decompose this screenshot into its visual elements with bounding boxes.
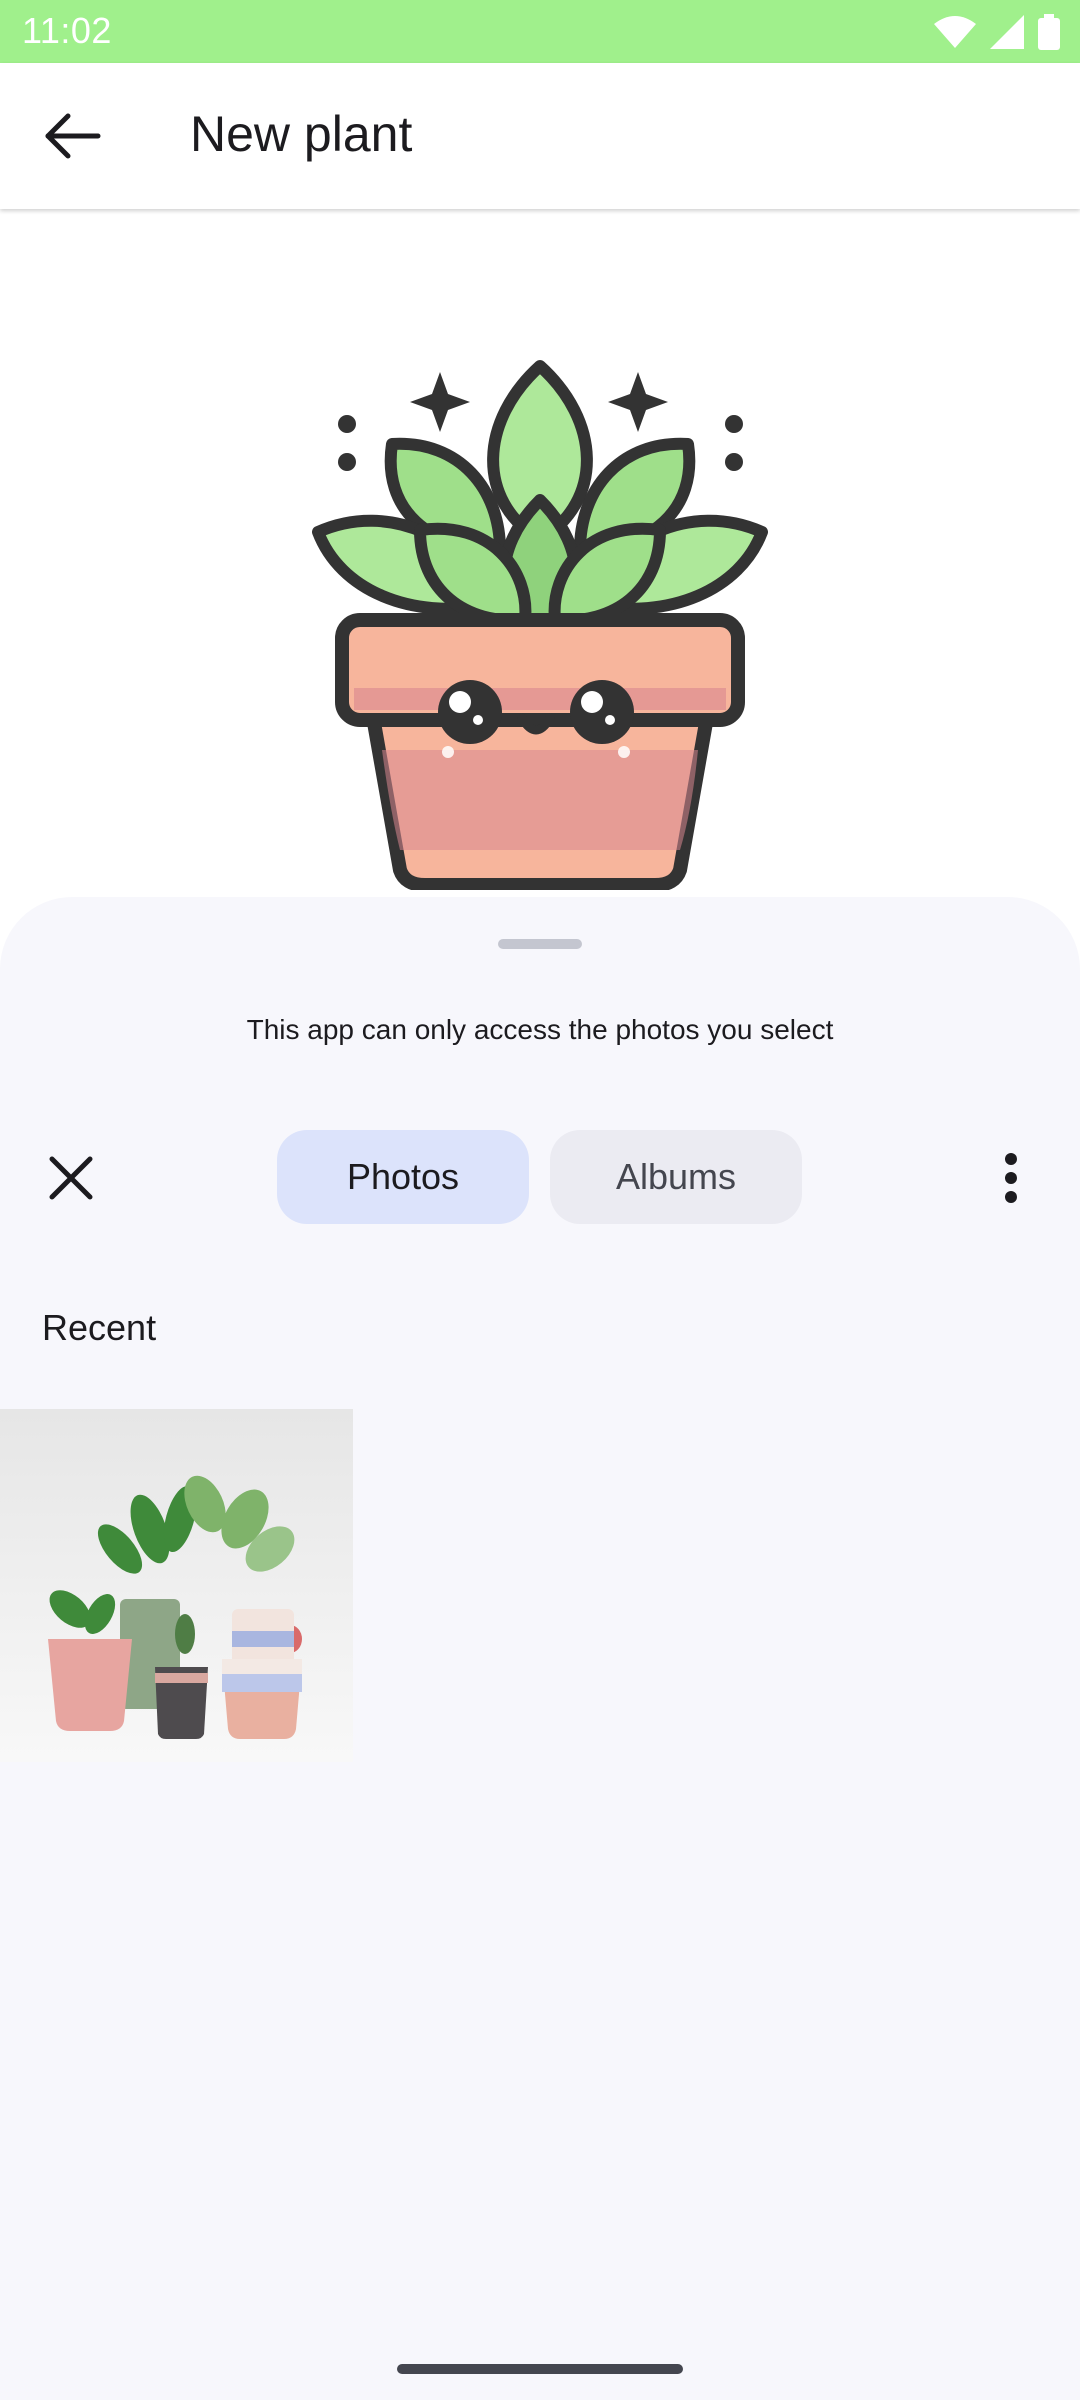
page-title: New plant — [190, 106, 413, 162]
more-vert-icon[interactable] — [996, 1151, 1026, 1205]
tab-albums-label: Albums — [615, 1156, 737, 1197]
arrow-back-icon[interactable] — [40, 108, 106, 164]
section-title-recent: Recent — [42, 1307, 157, 1348]
tab-albums[interactable]: Albums — [550, 1130, 802, 1224]
wifi-icon — [934, 16, 976, 48]
close-icon[interactable] — [46, 1153, 96, 1203]
potted-plant-illustration — [312, 360, 768, 890]
photo-thumbnail[interactable] — [0, 1409, 353, 1762]
tab-photos[interactable]: Photos — [277, 1130, 529, 1224]
potted-plants-photo — [0, 1409, 353, 1762]
drag-handle[interactable] — [498, 939, 582, 949]
signal-icon — [990, 15, 1024, 49]
app-bar: New plant — [0, 63, 1080, 209]
access-notice: This app can only access the photos you … — [246, 1014, 834, 1045]
photo-picker-sheet: This app can only access the photos you … — [0, 897, 1080, 2400]
status-time: 11:02 — [22, 10, 112, 51]
tab-photos-label: Photos — [346, 1156, 460, 1197]
battery-icon — [1038, 14, 1060, 50]
status-icons — [934, 12, 1060, 52]
gesture-navigation-bar[interactable] — [397, 2364, 683, 2374]
status-bar: 11:02 — [0, 0, 1080, 63]
